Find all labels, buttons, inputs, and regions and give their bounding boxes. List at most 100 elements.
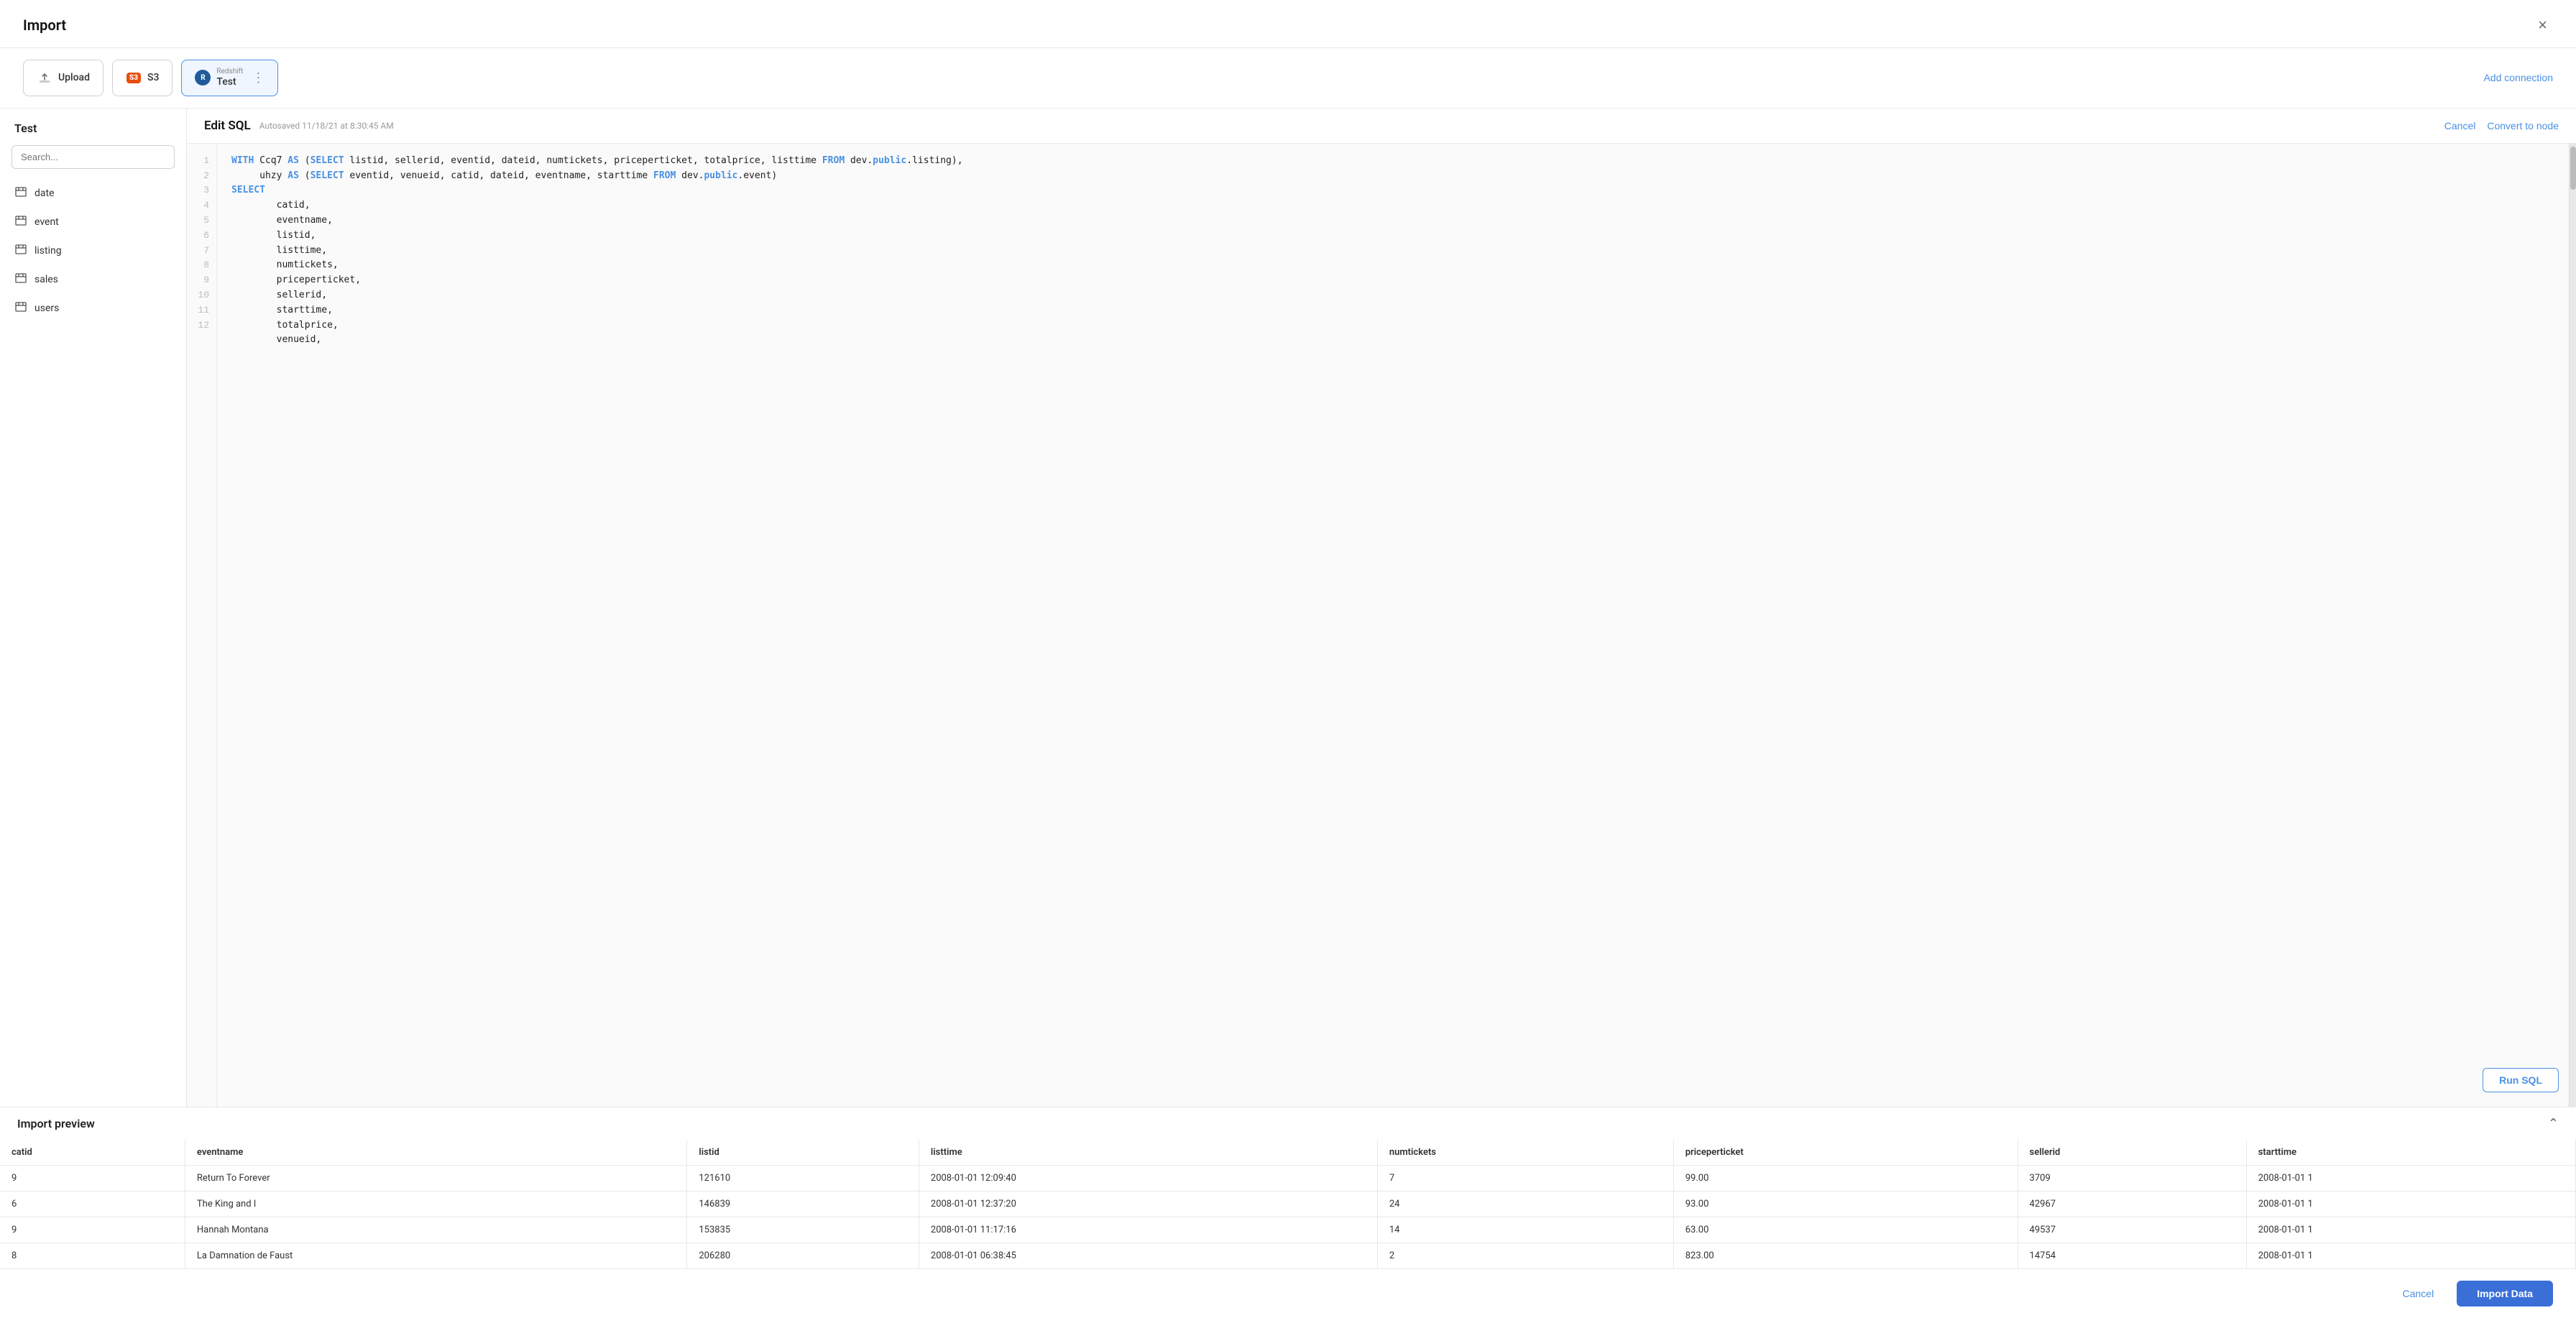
cell-listid-3: 206280	[687, 1243, 919, 1269]
cell-catid-2: 9	[0, 1217, 185, 1243]
editor-toolbar-right: Cancel Convert to node	[2444, 120, 2559, 132]
cell-listid-0: 121610	[687, 1166, 919, 1192]
modal-footer: Cancel Import Data	[0, 1268, 2576, 1318]
cell-starttime-2: 2008-01-01 1	[2246, 1217, 2575, 1243]
collapse-icon[interactable]: ⌃	[2548, 1116, 2559, 1131]
cell-eventname-3: La Damnation de Faust	[185, 1243, 686, 1269]
run-sql-button[interactable]: Run SQL	[2483, 1068, 2559, 1092]
cell-sellerid-3: 14754	[2018, 1243, 2246, 1269]
table-icon-users	[14, 300, 27, 316]
editor-toolbar: Edit SQL Autosaved 11/18/21 at 8:30:45 A…	[187, 109, 2576, 144]
connection-bar: Upload S3 S3 R Redshift Test ⋮ A	[0, 48, 2576, 108]
sidebar-item-listing[interactable]: listing	[0, 236, 186, 265]
sidebar-label-event: event	[34, 216, 59, 228]
col-header-sellerid: sellerid	[2018, 1140, 2246, 1166]
col-header-numtickets: numtickets	[1377, 1140, 1673, 1166]
cell-listtime-1: 2008-01-01 12:37:20	[919, 1192, 1377, 1217]
autosaved-text: Autosaved 11/18/21 at 8:30:45 AM	[259, 121, 394, 131]
footer-cancel-button[interactable]: Cancel	[2390, 1282, 2447, 1305]
table-header-row: catid eventname listid listtime numticke…	[0, 1140, 2576, 1166]
cell-numtickets-0: 7	[1377, 1166, 1673, 1192]
cell-listid-1: 146839	[687, 1192, 919, 1217]
table-icon-event	[14, 214, 27, 230]
cell-sellerid-2: 49537	[2018, 1217, 2246, 1243]
conn-tab-s3[interactable]: S3 S3	[112, 60, 172, 96]
table-row: 8 La Damnation de Faust 206280 2008-01-0…	[0, 1243, 2576, 1269]
cell-numtickets-1: 24	[1377, 1192, 1673, 1217]
import-preview-header: Import preview ⌃	[0, 1107, 2576, 1140]
col-header-eventname: eventname	[185, 1140, 686, 1166]
editor-toolbar-left: Edit SQL Autosaved 11/18/21 at 8:30:45 A…	[204, 119, 394, 133]
cell-catid-1: 6	[0, 1192, 185, 1217]
preview-table: catid eventname listid listtime numticke…	[0, 1140, 2576, 1268]
sidebar: Test date	[0, 109, 187, 1107]
cell-numtickets-3: 2	[1377, 1243, 1673, 1269]
cell-sellerid-0: 3709	[2018, 1166, 2246, 1192]
cell-priceperticket-2: 63.00	[1673, 1217, 2018, 1243]
cell-starttime-0: 2008-01-01 1	[2246, 1166, 2575, 1192]
col-header-listid: listid	[687, 1140, 919, 1166]
table-row: 6 The King and I 146839 2008-01-01 12:37…	[0, 1192, 2576, 1217]
cell-priceperticket-3: 823.00	[1673, 1243, 2018, 1269]
table-row: 9 Hannah Montana 153835 2008-01-01 11:17…	[0, 1217, 2576, 1243]
cell-priceperticket-1: 93.00	[1673, 1192, 2018, 1217]
modal-title: Import	[23, 17, 66, 34]
search-input[interactable]	[12, 145, 175, 169]
table-row: 9 Return To Forever 121610 2008-01-01 12…	[0, 1166, 2576, 1192]
redshift-icon: R	[195, 70, 211, 86]
cell-starttime-3: 2008-01-01 1	[2246, 1243, 2575, 1269]
table-icon-date	[14, 185, 27, 201]
s3-tab-label: S3	[147, 72, 159, 83]
import-data-button[interactable]: Import Data	[2457, 1281, 2553, 1307]
sidebar-label-sales: sales	[34, 274, 58, 285]
sidebar-item-users[interactable]: users	[0, 294, 186, 323]
cell-eventname-0: Return To Forever	[185, 1166, 686, 1192]
cell-starttime-1: 2008-01-01 1	[2246, 1192, 2575, 1217]
import-preview-section: Import preview ⌃ catid eventname listid …	[0, 1107, 2576, 1268]
sidebar-item-sales[interactable]: sales	[0, 265, 186, 294]
table-icon-sales	[14, 272, 27, 287]
scrollbar-thumb	[2570, 147, 2576, 190]
s3-icon: S3	[126, 70, 142, 86]
cell-listtime-3: 2008-01-01 06:38:45	[919, 1243, 1377, 1269]
cell-catid-0: 9	[0, 1166, 185, 1192]
run-sql-wrap: Run SQL	[2483, 1068, 2559, 1092]
cell-listtime-0: 2008-01-01 12:09:40	[919, 1166, 1377, 1192]
add-connection-button[interactable]: Add connection	[2483, 72, 2553, 83]
sidebar-item-event[interactable]: event	[0, 208, 186, 236]
preview-table-wrap: catid eventname listid listtime numticke…	[0, 1140, 2576, 1268]
cell-sellerid-1: 42967	[2018, 1192, 2246, 1217]
upload-tab-label: Upload	[58, 72, 90, 83]
cell-priceperticket-0: 99.00	[1673, 1166, 2018, 1192]
cell-catid-3: 8	[0, 1243, 185, 1269]
cell-eventname-1: The King and I	[185, 1192, 686, 1217]
table-icon-listing	[14, 243, 27, 259]
editor-cancel-button[interactable]: Cancel	[2444, 120, 2476, 132]
sql-code-content[interactable]: WITH Ccq7 AS (SELECT listid, sellerid, e…	[217, 144, 2569, 1107]
editor-scrollbar[interactable]	[2569, 144, 2576, 1107]
code-editor[interactable]: 12345 678910 1112 WITH Ccq7 AS (SELECT l…	[187, 144, 2576, 1107]
cell-eventname-2: Hannah Montana	[185, 1217, 686, 1243]
kebab-menu-icon[interactable]: ⋮	[252, 70, 264, 86]
conn-tab-redshift[interactable]: R Redshift Test ⋮	[181, 60, 278, 96]
col-header-listtime: listtime	[919, 1140, 1377, 1166]
conn-tab-upload[interactable]: Upload	[23, 60, 104, 96]
sidebar-item-date[interactable]: date	[0, 179, 186, 208]
redshift-tab-subtitle: Redshift	[216, 68, 243, 76]
editor-area: Edit SQL Autosaved 11/18/21 at 8:30:45 A…	[187, 109, 2576, 1107]
cell-listid-2: 153835	[687, 1217, 919, 1243]
sidebar-label-date: date	[34, 188, 55, 199]
import-preview-title: Import preview	[17, 1117, 95, 1130]
col-header-starttime: starttime	[2246, 1140, 2575, 1166]
close-button[interactable]: ×	[2532, 14, 2553, 36]
redshift-tab-label: Test	[216, 76, 243, 88]
connection-tabs: Upload S3 S3 R Redshift Test ⋮	[23, 60, 278, 96]
sidebar-label-users: users	[34, 303, 59, 314]
line-numbers: 12345 678910 1112	[187, 144, 217, 1107]
cell-numtickets-2: 14	[1377, 1217, 1673, 1243]
sidebar-title: Test	[0, 121, 186, 145]
sidebar-table-list: date event	[0, 179, 186, 323]
upload-icon	[37, 70, 52, 86]
col-header-catid: catid	[0, 1140, 185, 1166]
convert-to-node-button[interactable]: Convert to node	[2487, 120, 2559, 132]
